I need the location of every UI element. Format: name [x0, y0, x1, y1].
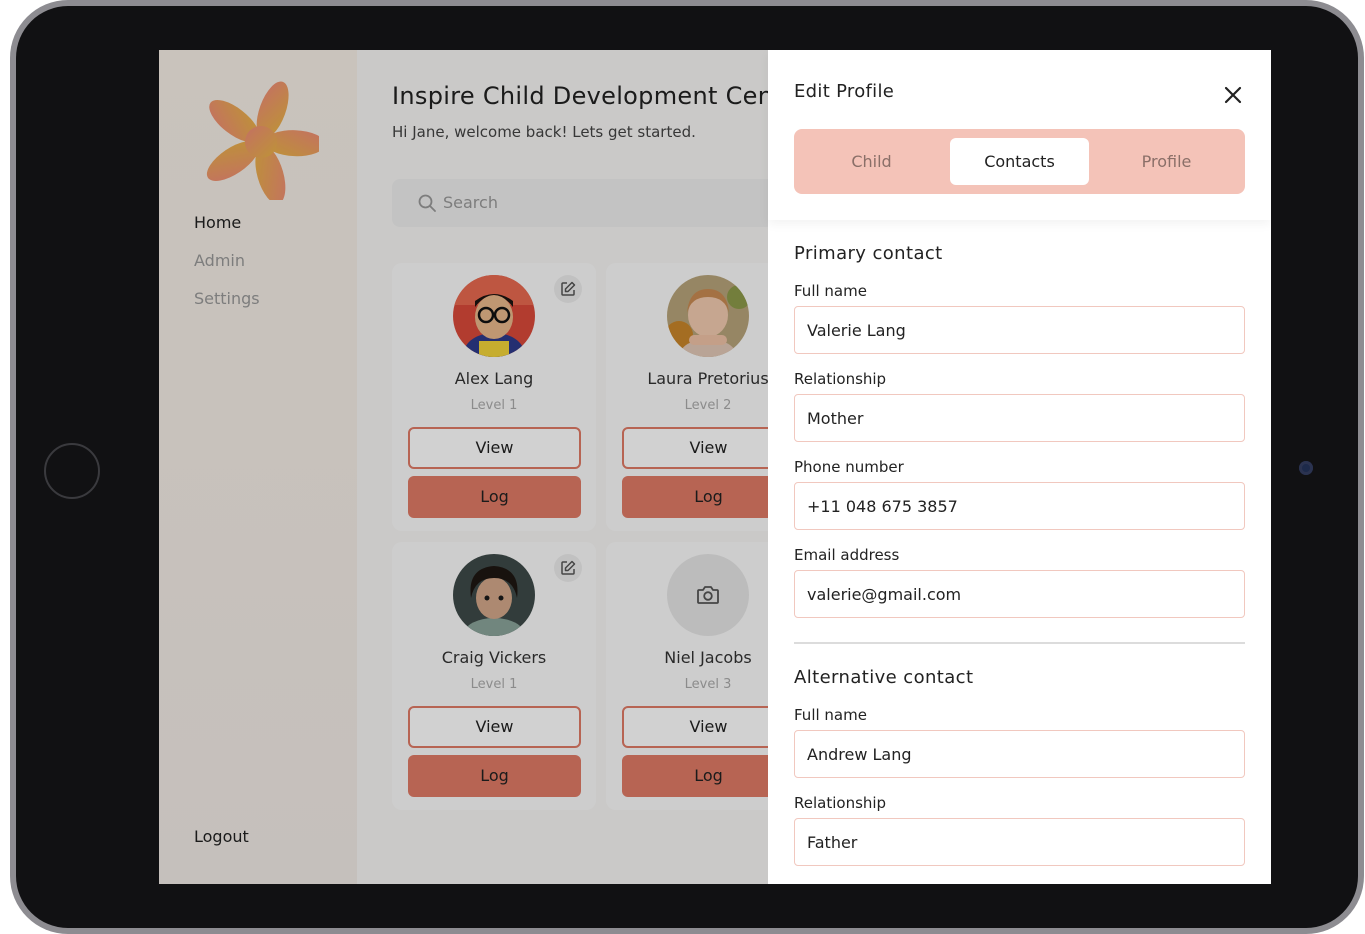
section-divider [794, 642, 1245, 644]
app-screen: Home Admin Settings Logout Inspire Child… [159, 50, 1271, 884]
primary-email-field[interactable] [794, 570, 1245, 618]
edit-profile-panel: Edit Profile Child Contacts Profile Prim… [768, 50, 1271, 884]
tab-profile[interactable]: Profile [1097, 138, 1236, 185]
relationship-label: Relationship [794, 370, 887, 388]
phone-label: Phone number [794, 458, 904, 476]
panel-header: Edit Profile Child Contacts Profile [768, 50, 1271, 220]
tab-contacts[interactable]: Contacts [950, 138, 1089, 185]
primary-phone-field[interactable] [794, 482, 1245, 530]
modal-backdrop[interactable] [159, 50, 768, 884]
alt-full-name-field[interactable] [794, 730, 1245, 778]
primary-full-name-field[interactable] [794, 306, 1245, 354]
home-button [44, 443, 100, 499]
alt-full-name-label: Full name [794, 706, 867, 724]
primary-relationship-field[interactable] [794, 394, 1245, 442]
full-name-label: Full name [794, 282, 867, 300]
close-icon[interactable] [1221, 83, 1245, 107]
camera-icon [1299, 461, 1313, 475]
alternative-contact-heading: Alternative contact [794, 667, 974, 688]
panel-title: Edit Profile [794, 81, 895, 102]
primary-contact-heading: Primary contact [794, 243, 943, 264]
email-label: Email address [794, 546, 900, 564]
alt-relationship-label: Relationship [794, 794, 887, 812]
tab-child[interactable]: Child [802, 138, 941, 185]
alt-relationship-field[interactable] [794, 818, 1245, 866]
tab-bar: Child Contacts Profile [794, 129, 1245, 194]
